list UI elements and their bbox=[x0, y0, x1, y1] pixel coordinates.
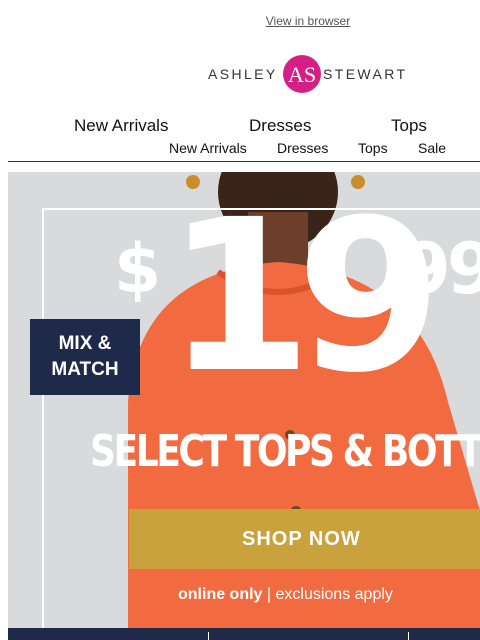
price-cents: 99 bbox=[402, 228, 480, 310]
fine-print: online only | exclusions apply bbox=[178, 586, 393, 604]
nav-tops[interactable]: Tops bbox=[391, 116, 427, 136]
nav-new-arrivals[interactable]: New Arrivals bbox=[74, 116, 168, 136]
fine-print-separator: | bbox=[262, 586, 276, 603]
fine-print-rest: exclusions apply bbox=[275, 586, 393, 603]
svg-text:AS: AS bbox=[288, 62, 316, 87]
price-symbol: $ bbox=[114, 230, 162, 309]
fine-print-bold: online only bbox=[178, 586, 263, 603]
badge-line-2: MATCH bbox=[51, 359, 119, 380]
badge-line-1: MIX & bbox=[58, 333, 112, 354]
subnav-sale[interactable]: Sale bbox=[418, 140, 446, 156]
price-main: 19 bbox=[166, 174, 442, 419]
bottom-strip bbox=[8, 628, 480, 640]
strip-divider bbox=[208, 632, 209, 640]
subnav-tops[interactable]: Tops bbox=[358, 140, 388, 156]
hero-banner[interactable]: $ 19 99 MIX & MATCH SELECT TOPS & BOTTOM… bbox=[8, 172, 480, 640]
logo-word-right: STEWART bbox=[323, 66, 408, 82]
nav-divider bbox=[8, 161, 480, 162]
secondary-nav: New Arrivals Dresses Tops Sale bbox=[0, 140, 480, 156]
strip-divider bbox=[408, 632, 409, 640]
monogram-icon: AS bbox=[283, 55, 321, 93]
primary-nav: New Arrivals Dresses Tops bbox=[0, 116, 480, 136]
subnav-new-arrivals[interactable]: New Arrivals bbox=[169, 140, 247, 156]
mix-match-badge: MIX & MATCH bbox=[30, 319, 140, 395]
brand-logo[interactable]: ASHLEY AS STEWART bbox=[208, 52, 408, 96]
nav-dresses[interactable]: Dresses bbox=[249, 116, 311, 136]
promo-headline: SELECT TOPS & BOTTOMS bbox=[90, 426, 480, 477]
shop-now-button[interactable]: SHOP NOW bbox=[129, 509, 480, 569]
logo-word-left: ASHLEY bbox=[208, 66, 278, 82]
view-in-browser-link[interactable]: View in browser bbox=[0, 14, 480, 28]
subnav-dresses[interactable]: Dresses bbox=[277, 140, 328, 156]
